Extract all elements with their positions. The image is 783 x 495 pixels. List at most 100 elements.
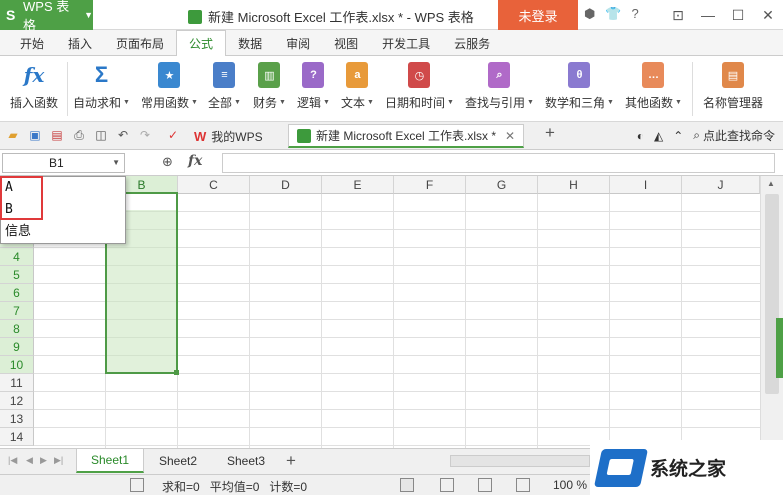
export-pdf-icon[interactable]: ▤ xyxy=(50,128,64,142)
display-icon[interactable]: ◐ xyxy=(637,129,644,143)
add-sheet-icon[interactable]: + xyxy=(286,451,296,471)
search-command-button[interactable]: ⌕ 点此查找命令 xyxy=(693,127,775,144)
autosum-button[interactable]: Σ 自动求和 ▼ xyxy=(73,62,130,111)
next-sheet-icon[interactable]: ▶ xyxy=(40,455,47,466)
tab-my-wps[interactable]: W 我的WPS xyxy=(186,124,271,148)
dropdown-arrow-icon: ▼ xyxy=(675,99,682,106)
minimize-button[interactable]: — xyxy=(693,0,723,30)
redo-icon[interactable]: ↷ xyxy=(138,128,152,142)
row-header[interactable]: 8 xyxy=(0,320,34,338)
row-header[interactable]: 12 xyxy=(0,392,34,410)
prev-sheet-icon[interactable]: ◀ xyxy=(26,455,33,466)
row-header[interactable]: 13 xyxy=(0,410,34,428)
all-functions-button[interactable]: ≡ 全部 ▼ xyxy=(208,62,241,111)
formula-input[interactable] xyxy=(222,153,775,173)
open-folder-icon[interactable]: ▰ xyxy=(6,128,20,142)
page-layout-view-icon[interactable] xyxy=(440,478,454,492)
text-book-icon: a xyxy=(346,62,369,88)
row-header[interactable]: 9 xyxy=(0,338,34,356)
new-tab-icon[interactable]: + xyxy=(543,123,557,142)
column-header-h[interactable]: H xyxy=(538,176,610,194)
print-preview-icon[interactable]: ◫ xyxy=(94,128,108,142)
sheet-tab-sheet1[interactable]: Sheet1 xyxy=(76,449,144,473)
title-tools: ⬢ 👕 ? xyxy=(584,6,639,22)
tab-formulas[interactable]: 公式 xyxy=(176,30,227,57)
column-header-f[interactable]: F xyxy=(394,176,466,194)
column-header-j[interactable]: J xyxy=(682,176,760,194)
page-break-view-icon[interactable] xyxy=(478,478,492,492)
row-header[interactable]: 6 xyxy=(0,284,34,302)
login-button[interactable]: 未登录 xyxy=(498,0,578,30)
grid-line xyxy=(34,391,760,392)
tab-view[interactable]: 视图 xyxy=(322,30,370,56)
zoom-search-icon[interactable]: ⊕ xyxy=(162,154,173,170)
lookup-functions-label: 查找与引用 xyxy=(465,96,526,110)
shirt-icon[interactable]: 👕 xyxy=(605,6,621,22)
vertical-scrollbar[interactable]: ▲ xyxy=(760,176,783,448)
name-manager-button[interactable]: ▤ 名称管理器 xyxy=(703,62,763,111)
tab-review[interactable]: 审阅 xyxy=(274,30,322,56)
tab-insert[interactable]: 插入 xyxy=(56,30,104,56)
my-wps-label: 我的WPS xyxy=(211,129,263,144)
sheet-tab-sheet2[interactable]: Sheet2 xyxy=(144,449,212,473)
common-functions-button[interactable]: ★ 常用函数 ▼ xyxy=(141,62,198,111)
row-header[interactable]: 5 xyxy=(0,266,34,284)
fill-handle[interactable] xyxy=(174,370,179,375)
other-functions-button[interactable]: … 其他函数 ▼ xyxy=(625,62,682,111)
logic-functions-button[interactable]: ? 逻辑 ▼ xyxy=(297,62,330,111)
help-icon[interactable]: ? xyxy=(632,6,639,22)
sheet-tab-sheet3[interactable]: Sheet3 xyxy=(212,449,280,473)
column-header-e[interactable]: E xyxy=(322,176,394,194)
row-header[interactable]: 10 xyxy=(0,356,34,374)
title-bar: S WPS 表格 ▼ 新建 Microsoft Excel 工作表.xlsx *… xyxy=(0,0,783,33)
restore-tile-icon[interactable]: ⊡ xyxy=(663,0,693,30)
maximize-button[interactable]: ☐ xyxy=(723,0,753,30)
horizontal-scrollbar[interactable] xyxy=(450,455,590,467)
column-header-c[interactable]: C xyxy=(178,176,250,194)
name-box[interactable]: B1 ▼ xyxy=(2,153,125,173)
undo-icon[interactable]: ↶ xyxy=(116,128,130,142)
scroll-up-icon[interactable]: ▲ xyxy=(767,179,775,188)
column-header-g[interactable]: G xyxy=(466,176,538,194)
save-icon[interactable]: ▣ xyxy=(28,128,42,142)
last-sheet-icon[interactable]: ▶| xyxy=(54,455,63,466)
chevron-down-icon[interactable]: ▼ xyxy=(112,154,120,172)
normal-view-icon[interactable] xyxy=(400,478,414,492)
name-manager-label: 名称管理器 xyxy=(703,96,764,110)
datetime-functions-button[interactable]: ◷ 日期和时间 ▼ xyxy=(385,62,454,111)
row-header[interactable]: 4 xyxy=(0,248,34,266)
app-menu-button[interactable]: S WPS 表格 ▼ xyxy=(0,0,93,33)
side-panel-toggle[interactable] xyxy=(776,318,783,378)
finance-functions-button[interactable]: ▥ 财务 ▼ xyxy=(253,62,286,111)
dropdown-arrow-icon: ▼ xyxy=(279,99,286,106)
close-button[interactable]: ✕ xyxy=(753,0,783,30)
print-icon[interactable]: ⎙ xyxy=(72,128,86,142)
tab-developer[interactable]: 开发工具 xyxy=(370,30,442,56)
skin-icon[interactable]: ⬢ xyxy=(584,6,595,22)
first-sheet-icon[interactable]: |◀ xyxy=(8,455,17,466)
tab-page-layout[interactable]: 页面布局 xyxy=(104,30,176,56)
row-header[interactable]: 7 xyxy=(0,302,34,320)
insert-function-button[interactable]: fx 插入函数 xyxy=(10,62,58,111)
tab-document[interactable]: 新建 Microsoft Excel 工作表.xlsx * ✕ xyxy=(288,124,525,148)
status-box-icon[interactable] xyxy=(130,478,144,492)
row-header[interactable]: 11 xyxy=(0,374,34,392)
fx-icon[interactable]: fx xyxy=(188,153,202,169)
customize-icon[interactable]: ✓ xyxy=(166,128,180,142)
zoom-level[interactable]: 100 % xyxy=(553,478,587,492)
upload-icon[interactable]: ◭ xyxy=(654,129,663,143)
tab-home[interactable]: 开始 xyxy=(8,30,56,56)
close-tab-icon[interactable]: ✕ xyxy=(505,129,515,143)
list-item[interactable]: 信息 xyxy=(1,221,125,243)
row-header[interactable]: 14 xyxy=(0,428,34,446)
column-header-d[interactable]: D xyxy=(250,176,322,194)
column-header-i[interactable]: I xyxy=(610,176,682,194)
dots-book-icon: … xyxy=(642,62,665,88)
reading-mode-icon[interactable] xyxy=(516,478,530,492)
collapse-icon[interactable]: ⌃ xyxy=(673,129,683,143)
tab-data[interactable]: 数据 xyxy=(226,30,274,56)
math-functions-button[interactable]: θ 数学和三角 ▼ xyxy=(545,62,614,111)
tab-cloud[interactable]: 云服务 xyxy=(442,30,502,56)
lookup-functions-button[interactable]: ⌕ 查找与引用 ▼ xyxy=(465,62,534,111)
text-functions-button[interactable]: a 文本 ▼ xyxy=(341,62,374,111)
